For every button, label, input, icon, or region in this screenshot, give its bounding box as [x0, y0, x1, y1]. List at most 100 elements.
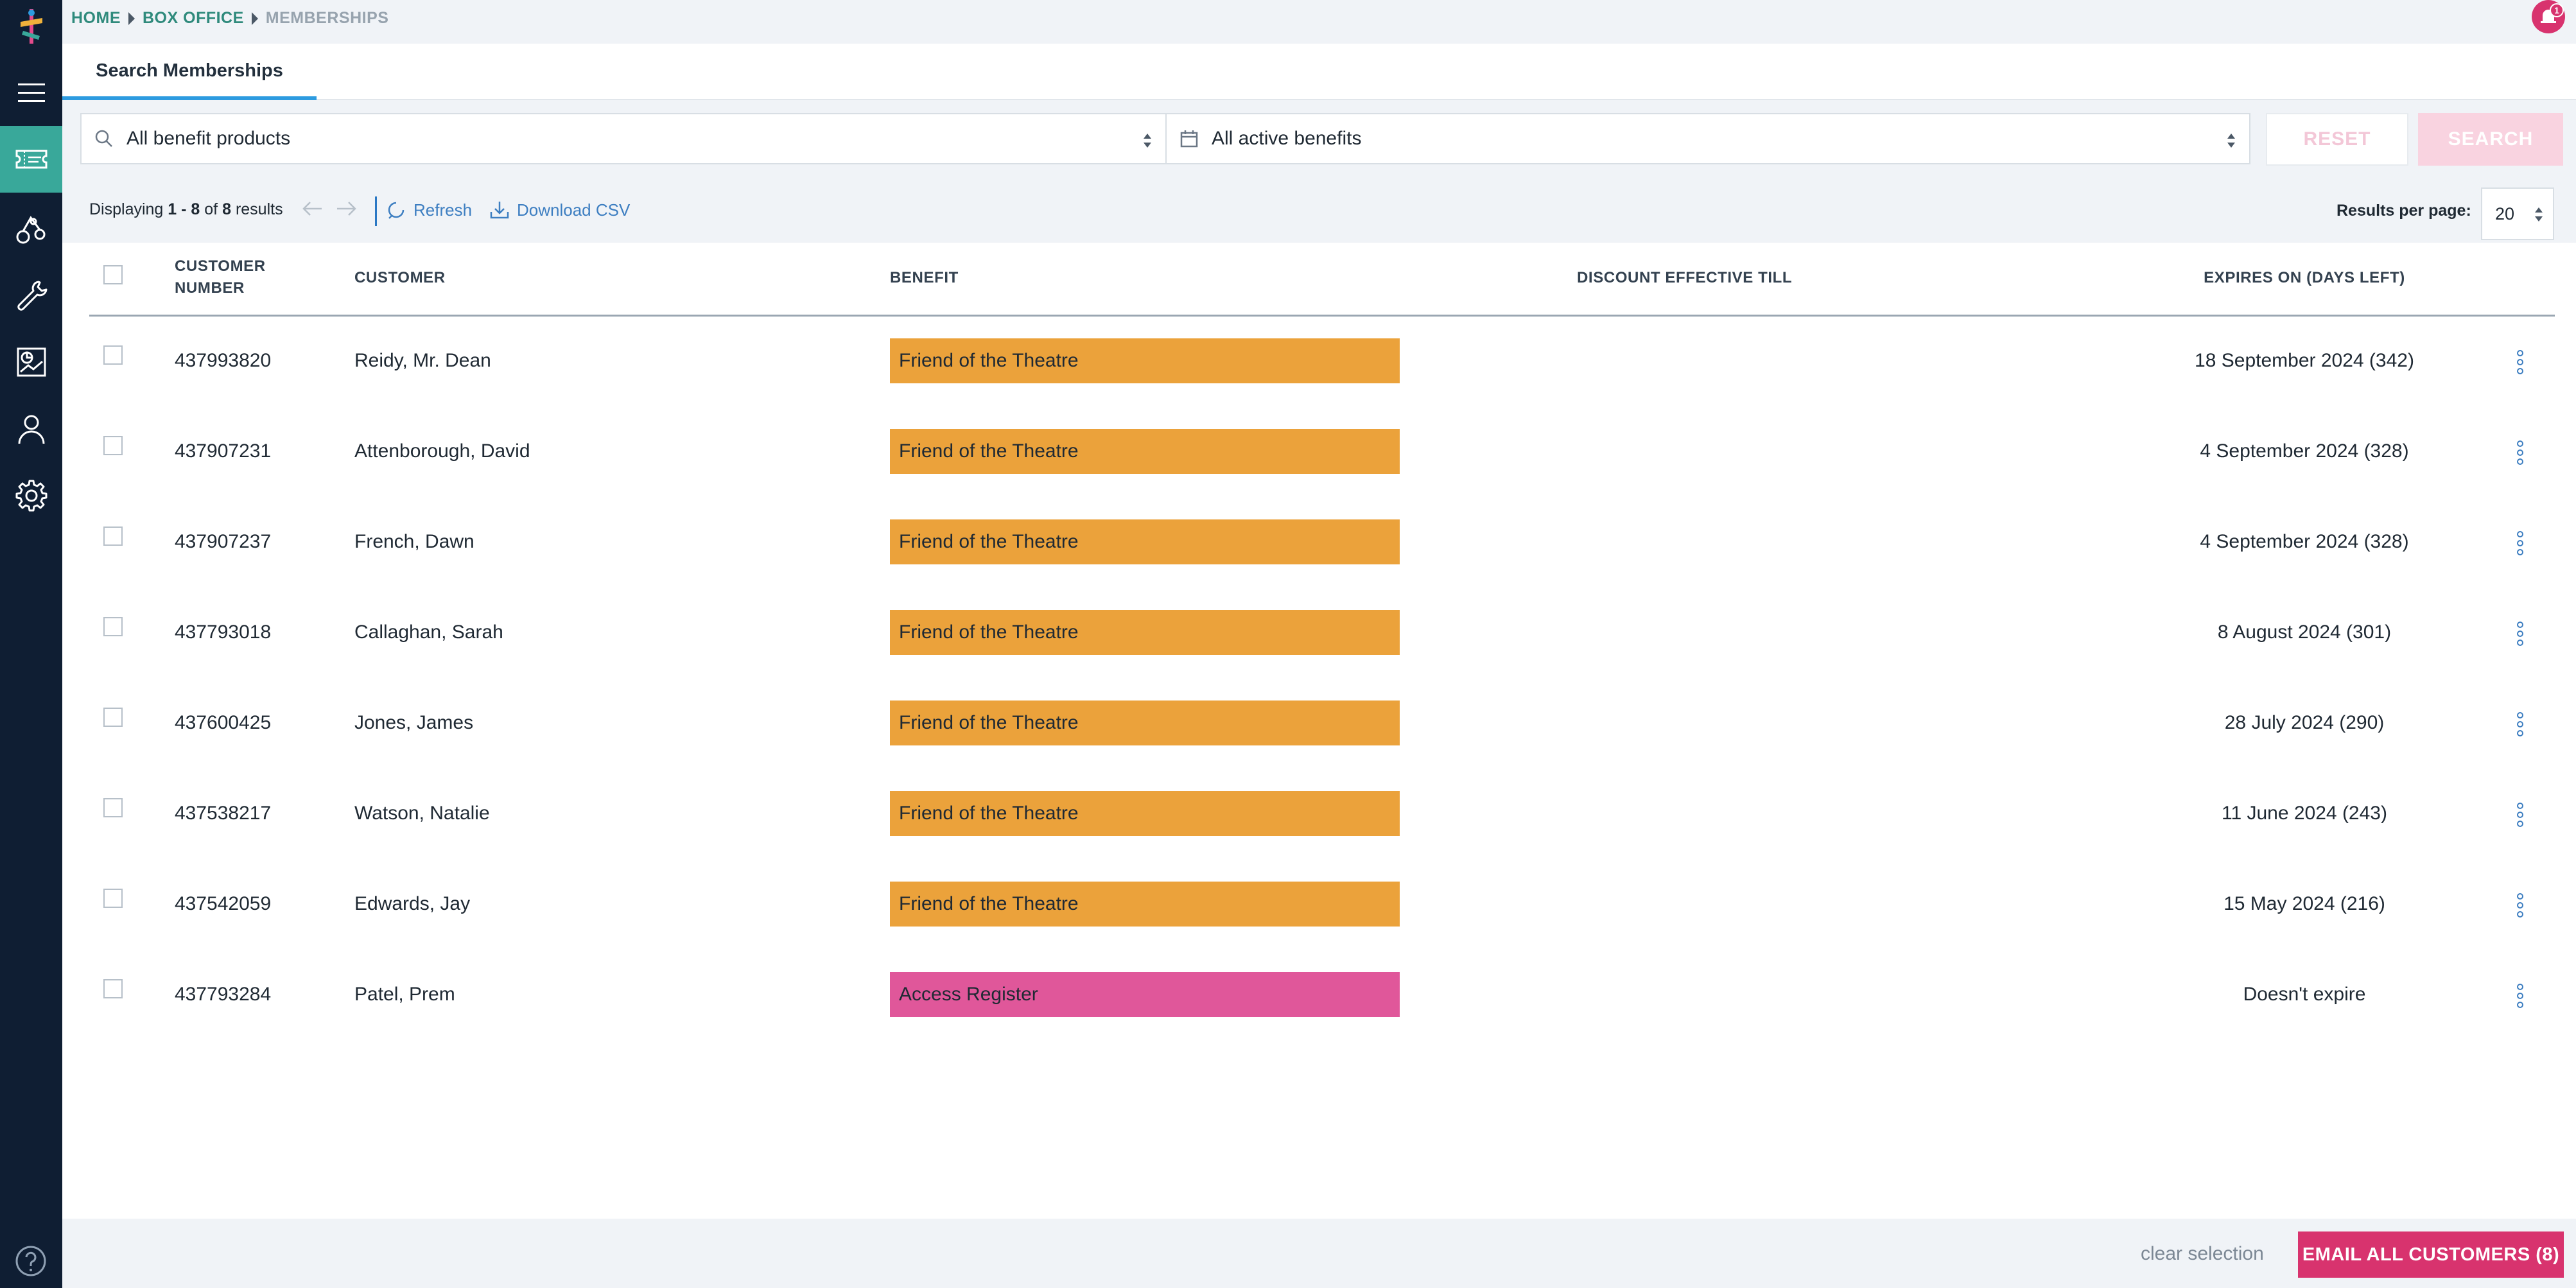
download-csv-link[interactable]: Download CSV: [489, 199, 630, 221]
customer-number[interactable]: 437907231: [175, 440, 271, 462]
customer-number[interactable]: 437793284: [175, 984, 271, 1005]
table-row[interactable]: 437538217 Watson, Natalie Friend of the …: [89, 769, 2555, 859]
column-header-discount[interactable]: DISCOUNT EFFECTIVE TILL: [1577, 267, 1792, 289]
row-actions-icon[interactable]: [2515, 620, 2525, 648]
row-actions-icon[interactable]: [2515, 529, 2525, 557]
expiry-date: 8 August 2024 (301): [2217, 622, 2392, 643]
nav-settings[interactable]: [0, 462, 62, 529]
nav-reports[interactable]: [0, 329, 62, 396]
customer-name[interactable]: Callaghan, Sarah: [354, 622, 503, 643]
results-per-page-select[interactable]: 20: [2481, 187, 2554, 240]
results-range: 1 - 8: [168, 200, 200, 218]
app-logo[interactable]: [14, 5, 49, 50]
refresh-link[interactable]: Refresh: [385, 199, 472, 221]
tab-search-memberships[interactable]: Search Memberships: [62, 44, 317, 98]
expiry-date: 4 September 2024 (328): [2200, 531, 2409, 552]
table-row[interactable]: 437907231 Attenborough, David Friend of …: [89, 406, 2555, 497]
benefit-badge: Friend of the Theatre: [890, 701, 1400, 745]
toolbar-divider: [375, 196, 377, 226]
customer-number[interactable]: 437993820: [175, 350, 271, 372]
results-per-page-label: Results per page:: [2337, 202, 2471, 220]
customer-name[interactable]: Jones, James: [354, 712, 473, 734]
results-total: 8: [222, 200, 231, 218]
search-icon: [95, 130, 112, 147]
refresh-label: Refresh: [413, 200, 473, 220]
clear-selection-link[interactable]: clear selection: [2141, 1243, 2264, 1265]
nav-box-office[interactable]: [0, 126, 62, 193]
table-row[interactable]: 437993820 Reidy, Mr. Dean Friend of the …: [89, 316, 2555, 406]
wrench-icon: [17, 281, 47, 311]
bell-icon: 1: [2532, 0, 2565, 33]
footer-bar: clear selection EMAIL ALL CUSTOMERS (8): [62, 1219, 2576, 1288]
nav-customers[interactable]: [0, 396, 62, 462]
benefit-status-value: All active benefits: [1212, 128, 1362, 149]
table-row[interactable]: 437793018 Callaghan, Sarah Friend of the…: [89, 587, 2555, 678]
row-checkbox[interactable]: [103, 527, 123, 546]
sidebar: [0, 0, 62, 1288]
filter-bar: All benefit products All active benefits: [62, 100, 2576, 177]
row-actions-icon[interactable]: [2515, 348, 2525, 376]
row-checkbox[interactable]: [103, 798, 123, 817]
top-bar: HOME BOX OFFICE MEMBERSHIPS: [62, 0, 2576, 44]
arrow-right-icon[interactable]: [333, 195, 360, 222]
customer-name[interactable]: Patel, Prem: [354, 984, 455, 1005]
table-row[interactable]: 437907237 French, Dawn Friend of the The…: [89, 497, 2555, 587]
row-checkbox[interactable]: [103, 345, 123, 365]
table-row[interactable]: 437542059 Edwards, Jay Friend of the The…: [89, 859, 2555, 950]
column-header-customer[interactable]: CUSTOMER: [354, 267, 446, 289]
search-button[interactable]: SEARCH: [2418, 113, 2563, 166]
email-all-customers-button[interactable]: EMAIL ALL CUSTOMERS (8): [2298, 1231, 2564, 1278]
reset-button[interactable]: RESET: [2266, 113, 2408, 166]
customer-name[interactable]: Attenborough, David: [354, 440, 530, 462]
customer-number[interactable]: 437907237: [175, 531, 271, 553]
benefit-badge: Friend of the Theatre: [890, 882, 1400, 927]
tab-bar: Search Memberships: [62, 44, 2576, 100]
benefit-badge: Friend of the Theatre: [890, 519, 1400, 564]
table-row[interactable]: 437793284 Patel, Prem Access Register Do…: [89, 950, 2555, 1040]
touring-icon: [16, 216, 45, 244]
arrow-left-icon[interactable]: [299, 195, 326, 222]
row-actions-icon[interactable]: [2515, 891, 2525, 919]
expiry-date: 28 July 2024 (290): [2224, 712, 2385, 733]
benefit-status-select[interactable]: All active benefits: [1165, 113, 2250, 164]
help-button[interactable]: [13, 1243, 49, 1279]
row-actions-icon[interactable]: [2515, 710, 2525, 738]
row-checkbox[interactable]: [103, 979, 123, 998]
menu-button[interactable]: [0, 59, 62, 126]
row-actions-icon[interactable]: [2515, 439, 2525, 467]
customer-number[interactable]: 437600425: [175, 712, 271, 734]
breadcrumb-box-office[interactable]: BOX OFFICE: [143, 9, 244, 28]
nav-tools[interactable]: [0, 262, 62, 329]
customer-name[interactable]: French, Dawn: [354, 531, 474, 553]
memberships-page: HOME BOX OFFICE MEMBERSHIPS 1 Search Mem…: [0, 0, 2576, 1288]
customer-number[interactable]: 437793018: [175, 622, 271, 643]
row-checkbox[interactable]: [103, 617, 123, 636]
customer-name[interactable]: Reidy, Mr. Dean: [354, 350, 491, 372]
row-checkbox[interactable]: [103, 889, 123, 908]
column-header-expires[interactable]: EXPIRES ON (DAYS LEFT): [2038, 267, 2571, 289]
benefit-badge: Friend of the Theatre: [890, 429, 1400, 474]
sort-updown-icon: [1144, 134, 1151, 148]
row-actions-icon[interactable]: [2515, 801, 2525, 829]
user-icon: [18, 415, 44, 444]
select-all-checkbox[interactable]: [103, 265, 123, 284]
sort-updown-icon: [2227, 134, 2235, 148]
row-actions-icon[interactable]: [2515, 982, 2525, 1010]
column-header-benefit[interactable]: BENEFIT: [890, 267, 959, 289]
customer-name[interactable]: Watson, Natalie: [354, 803, 490, 824]
customer-name[interactable]: Edwards, Jay: [354, 893, 470, 915]
menu-icon: [17, 83, 45, 102]
row-checkbox[interactable]: [103, 436, 123, 455]
row-checkbox[interactable]: [103, 708, 123, 727]
customer-number[interactable]: 437538217: [175, 803, 271, 824]
nav-touring[interactable]: [0, 195, 62, 262]
download-icon: [490, 202, 509, 219]
column-header-customer-number[interactable]: CUSTOMER NUMBER: [175, 256, 266, 299]
table-row[interactable]: 437600425 Jones, James Friend of the The…: [89, 678, 2555, 769]
chevron-right-icon: [128, 12, 135, 25]
customer-number[interactable]: 437542059: [175, 893, 271, 915]
breadcrumb-home[interactable]: HOME: [71, 9, 121, 28]
product-select[interactable]: All benefit products: [80, 113, 1167, 164]
notifications-button[interactable]: 1: [2528, 0, 2568, 36]
ticket-icon: [15, 150, 47, 169]
